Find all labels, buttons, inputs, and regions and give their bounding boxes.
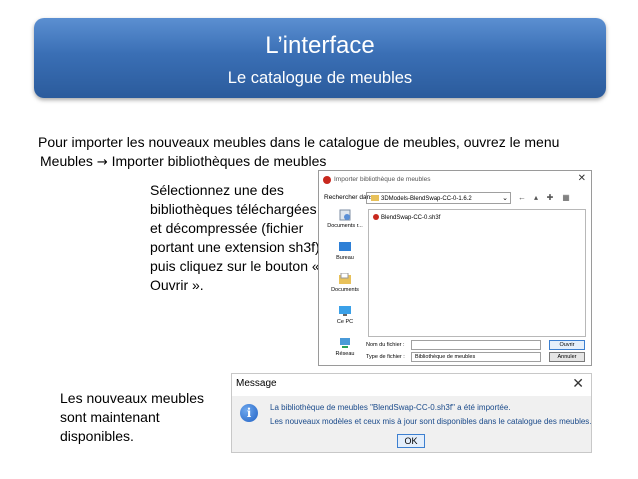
file-name-input[interactable] [411,340,541,350]
look-in-select[interactable]: 3DModels-BlendSwap-CC-0-1.6.2 ⌄ [366,192,511,204]
file-item[interactable]: BlendSwap-CC-0.sh3f [373,214,440,221]
menu-item-name: Importer bibliothèques de meubles [111,153,327,169]
file-type-select[interactable]: Bibliothèque de meubles [411,352,541,362]
message-line-2: Les nouveaux modèles et ceux mis à jour … [270,417,592,426]
title-banner: L’interface Le catalogue de meubles [34,18,606,98]
intro-text: Pour importer les nouveaux meubles dans … [38,133,608,172]
place-recent-documents[interactable]: Documents r... [323,209,367,229]
open-button[interactable]: Ouvrir [549,340,585,350]
select-instructions: Sélectionnez une des bibliothèques téléc… [150,182,320,293]
sh3f-file-icon [373,214,379,220]
up-folder-icon[interactable]: ▴ [531,193,541,203]
dialog-title: Importer bibliothèque de meubles [334,176,431,183]
documents-icon [339,273,351,284]
place-documents[interactable]: Documents [323,273,367,293]
slide-title: L’interface [265,32,375,59]
file-list[interactable]: BlendSwap-CC-0.sh3f [368,209,586,337]
desktop-icon [339,242,351,251]
info-icon: i [240,404,258,422]
slide-subtitle: Le catalogue de meubles [227,69,413,87]
new-folder-icon[interactable]: ✚ [545,193,555,203]
computer-icon [339,306,351,316]
menu-name: Meubles [40,153,93,169]
available-text: Les nouveaux meubles sont maintenant dis… [60,390,204,444]
message-title: Message [236,378,277,389]
import-file-dialog: Importer bibliothèque de meubles ✕ Reche… [318,170,592,366]
message-dialog: Message ✕ i La bibliothèque de meubles "… [231,373,592,453]
intro-line-2: Meubles → Importer bibliothèques de meub… [40,152,608,172]
app-icon [323,176,331,184]
close-icon[interactable]: ✕ [572,375,584,392]
intro-line-1: Pour importer les nouveaux meubles dans … [38,134,560,150]
look-in-value: 3DModels-BlendSwap-CC-0-1.6.2 [381,196,472,202]
close-icon[interactable]: ✕ [578,173,586,184]
back-icon[interactable]: ← [517,193,527,203]
message-body: i La bibliothèque de meubles "BlendSwap-… [232,396,592,452]
recent-documents-icon [339,209,351,221]
place-this-pc[interactable]: Ce PC [323,305,367,325]
chevron-down-icon: ⌄ [502,195,508,202]
message-line-1: La bibliothèque de meubles "BlendSwap-CC… [270,403,511,412]
folder-icon [371,195,379,201]
place-desktop[interactable]: Bureau [323,241,367,261]
ok-button[interactable]: OK [397,434,425,448]
file-type-label: Type de fichier : [366,354,405,360]
place-network[interactable]: Réseau [323,337,367,357]
network-icon [340,338,350,348]
cancel-button[interactable]: Annuler [549,352,585,362]
file-name-label: Nom du fichier : [366,342,405,348]
dialog-title-bar: Importer bibliothèque de meubles ✕ [319,171,591,189]
arrow-right-icon: → [96,155,108,170]
places-bar: Documents r... Bureau Documents Ce PC Ré… [323,209,367,359]
view-menu-icon[interactable]: ▦ [561,193,571,203]
file-item-name: BlendSwap-CC-0.sh3f [381,215,441,221]
